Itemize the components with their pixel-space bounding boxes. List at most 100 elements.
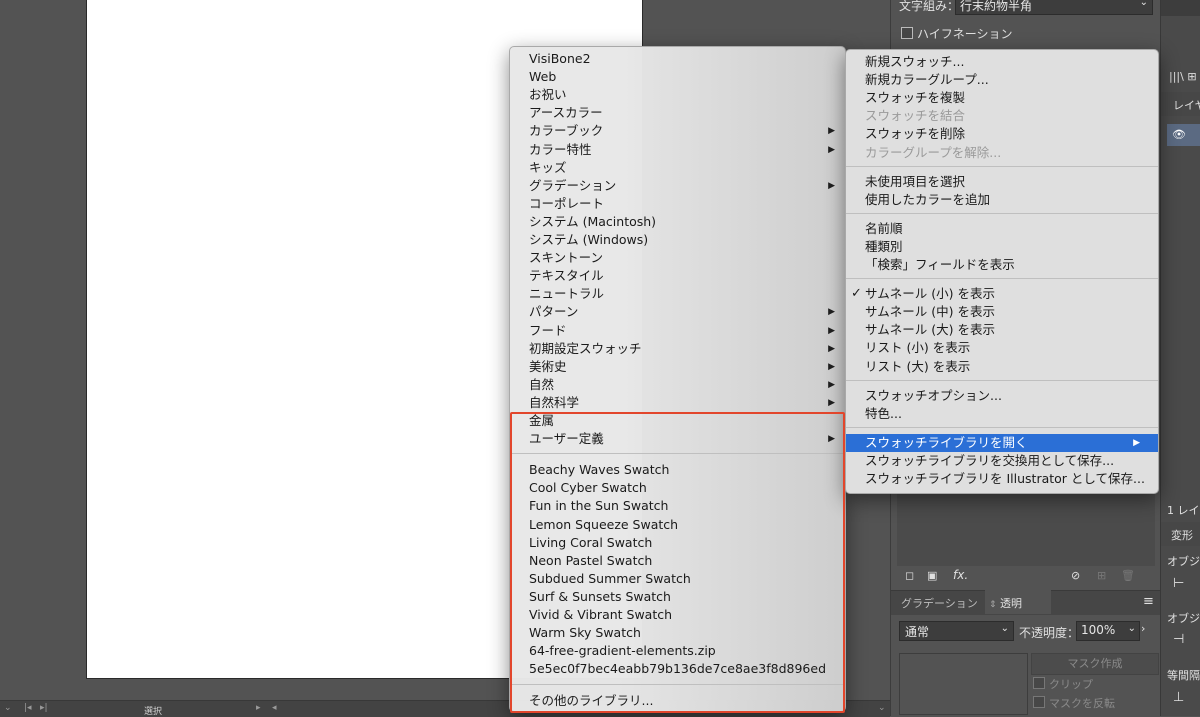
library-menu-item[interactable]: 初期設定スウォッチ ▶ bbox=[510, 340, 845, 358]
composition-select[interactable]: 行末約物半角 ⌄ bbox=[955, 0, 1153, 15]
new-swatch-icon[interactable]: ⊞ bbox=[1097, 569, 1106, 582]
play-icon[interactable]: ▸ bbox=[256, 703, 261, 713]
user-library-item[interactable]: Lemon Squeeze Swatch bbox=[510, 516, 845, 534]
checkmark-icon: ✓ bbox=[851, 286, 862, 302]
tab-transparency[interactable]: ⇕ 透明 bbox=[989, 595, 1022, 611]
library-menu-item[interactable]: ユーザー定義 ▶ bbox=[510, 430, 845, 448]
opacity-input[interactable]: 100% ⌄ bbox=[1076, 621, 1140, 641]
library-icon[interactable]: |||\ ⊞ bbox=[1169, 70, 1200, 83]
library-menu-item[interactable]: お祝い bbox=[510, 86, 845, 104]
swatch-menu-item[interactable]: 新規スウォッチ... bbox=[846, 53, 1158, 71]
library-menu-item-label: コーポレート bbox=[529, 195, 605, 211]
first-page-icon[interactable]: |◂ bbox=[24, 703, 32, 713]
swatch-menu-item[interactable]: 新規カラーグループ... bbox=[846, 71, 1158, 89]
checkbox-icon[interactable] bbox=[901, 27, 913, 39]
tab-layers[interactable]: レイヤ bbox=[1173, 97, 1200, 113]
user-library-item[interactable]: Subdued Summer Swatch bbox=[510, 570, 845, 588]
chevron-right-icon[interactable]: › bbox=[1141, 622, 1145, 635]
user-library-item[interactable]: 64-free-gradient-elements.zip bbox=[510, 642, 845, 660]
swatch-menu-item[interactable]: ✓ サムネール (小) を表示 bbox=[846, 285, 1158, 303]
library-menu-item[interactable]: グラデーション ▶ bbox=[510, 177, 845, 195]
swatch-menu-item[interactable]: スウォッチを削除 bbox=[846, 125, 1158, 143]
swatch-menu-item[interactable]: 名前順 bbox=[846, 220, 1158, 238]
scroll-down-icon[interactable]: ⌄ bbox=[878, 703, 886, 713]
library-menu-item[interactable]: 自然 ▶ bbox=[510, 376, 845, 394]
library-menu-item[interactable]: システム (Macintosh) bbox=[510, 213, 845, 231]
user-library-item[interactable]: Living Coral Swatch bbox=[510, 534, 845, 552]
checkbox-icon[interactable] bbox=[1033, 696, 1045, 708]
library-menu-item[interactable]: フード ▶ bbox=[510, 322, 845, 340]
library-menu-item[interactable]: 金属 bbox=[510, 412, 845, 430]
swatch-menu-item[interactable]: スウォッチライブラリを開く ▶ bbox=[846, 433, 1158, 452]
swatch-menu-item-label: スウォッチを複製 bbox=[865, 90, 966, 106]
user-library-item[interactable]: Vivid & Vibrant Swatch bbox=[510, 606, 845, 624]
library-menu-item[interactable]: アースカラー bbox=[510, 104, 845, 122]
make-mask-button[interactable]: マスク作成 bbox=[1031, 653, 1159, 675]
user-library-item[interactable]: Beachy Waves Swatch bbox=[510, 461, 845, 479]
library-menu-item[interactable]: カラーブック ▶ bbox=[510, 122, 845, 140]
swatch-menu-item[interactable]: リスト (小) を表示 bbox=[846, 339, 1158, 357]
library-menu-item[interactable]: キッズ bbox=[510, 159, 845, 177]
library-menu-item[interactable]: Web bbox=[510, 68, 845, 86]
clip-label: クリップ bbox=[1049, 678, 1093, 691]
menu-separator bbox=[846, 278, 1158, 280]
library-menu-item[interactable]: パターン ▶ bbox=[510, 303, 845, 321]
swatch-menu-item[interactable]: 種類別 bbox=[846, 238, 1158, 256]
tab-gradient[interactable]: グラデーション bbox=[901, 595, 978, 611]
library-menu-item[interactable]: カラー特性 ▶ bbox=[510, 141, 845, 159]
user-library-item[interactable]: 5e5ec0f7bec4eabb79b136de7ce8ae3f8d896ed bbox=[510, 660, 845, 678]
swatch-menu-item[interactable]: スウォッチを複製 bbox=[846, 89, 1158, 107]
swatch-menu-item[interactable]: サムネール (大) を表示 bbox=[846, 321, 1158, 339]
swatch-menu-item[interactable]: 未使用項目を選択 bbox=[846, 173, 1158, 191]
library-menu-item[interactable]: VisiBone2 bbox=[510, 50, 845, 68]
user-library-item[interactable]: Surf & Sunsets Swatch bbox=[510, 588, 845, 606]
library-menu-item[interactable]: コーポレート bbox=[510, 195, 845, 213]
library-menu-item[interactable]: 美術史 ▶ bbox=[510, 358, 845, 376]
panel-menu-icon[interactable]: ≡ bbox=[1143, 594, 1154, 609]
library-menu-item[interactable]: 自然科学 ▶ bbox=[510, 394, 845, 412]
fx-icon[interactable]: fx. bbox=[953, 568, 968, 582]
library-menu-item[interactable]: テキスタイル bbox=[510, 267, 845, 285]
eye-icon[interactable]: 👁 bbox=[1172, 128, 1200, 141]
swatch-menu-item[interactable]: 特色... bbox=[846, 405, 1158, 423]
align-left-icon[interactable]: ⊢ bbox=[1173, 576, 1200, 591]
swatch-kind-icon[interactable]: ◻ bbox=[905, 569, 914, 582]
opacity-label: 不透明度： bbox=[1019, 626, 1080, 640]
library-menu-item-label: 初期設定スウォッチ bbox=[529, 340, 642, 356]
blend-mode-select[interactable]: 通常 ⌄ bbox=[899, 621, 1014, 641]
swatch-menu-item-label: 特色... bbox=[865, 405, 902, 421]
tab-transform[interactable]: 変形 bbox=[1171, 527, 1200, 543]
hyphenation-checkbox[interactable]: ハイフネーション bbox=[901, 25, 1013, 42]
align-center-icon[interactable]: ⊣ bbox=[1173, 632, 1200, 647]
invert-mask-checkbox[interactable]: マスクを反転 bbox=[1033, 695, 1115, 711]
clip-checkbox[interactable]: クリップ bbox=[1033, 676, 1093, 692]
swatch-menu-item[interactable]: リスト (大) を表示 bbox=[846, 358, 1158, 376]
library-menu-item[interactable]: スキントーン bbox=[510, 249, 845, 267]
library-menu-item[interactable]: ニュートラル bbox=[510, 285, 845, 303]
swatch-menu-item[interactable]: スウォッチライブラリを Illustrator として保存... bbox=[846, 470, 1158, 488]
submenu-arrow-icon: ▶ bbox=[828, 361, 835, 372]
no-entry-icon[interactable]: ⊘ bbox=[1071, 569, 1080, 582]
last-page-icon[interactable]: ▸| bbox=[40, 703, 48, 713]
user-library-item[interactable]: Cool Cyber Swatch bbox=[510, 479, 845, 497]
user-library-item[interactable]: Fun in the Sun Swatch bbox=[510, 497, 845, 515]
distribute-icon[interactable]: ⊥ bbox=[1173, 690, 1200, 705]
submenu-arrow-icon: ▶ bbox=[1133, 437, 1140, 448]
trash-icon[interactable]: 🗑 bbox=[1121, 569, 1135, 582]
swatch-menu-item[interactable]: 「検索」フィールドを表示 bbox=[846, 256, 1158, 274]
swatch-menu-item[interactable]: スウォッチライブラリを交換用として保存... bbox=[846, 452, 1158, 470]
library-menu-item[interactable]: システム (Windows) bbox=[510, 231, 845, 249]
menu-separator bbox=[510, 453, 845, 455]
user-library-item[interactable]: Neon Pastel Swatch bbox=[510, 552, 845, 570]
swatch-menu-item[interactable]: サムネール (中) を表示 bbox=[846, 303, 1158, 321]
back-icon[interactable]: ◂ bbox=[272, 703, 277, 713]
user-library-item[interactable]: Warm Sky Swatch bbox=[510, 624, 845, 642]
swatch-menu-item[interactable]: スウォッチオプション... bbox=[846, 387, 1158, 405]
chevron-down-icon[interactable]: ⌄ bbox=[4, 703, 12, 713]
swatch-menu-item[interactable]: 使用したカラーを追加 bbox=[846, 191, 1158, 209]
status-mode[interactable]: 選択 bbox=[144, 704, 162, 717]
other-library-item[interactable]: その他のライブラリ... bbox=[510, 692, 845, 710]
swatch-library-icon[interactable]: ▣ bbox=[927, 569, 937, 582]
library-menu-item-label: ニュートラル bbox=[529, 286, 605, 302]
checkbox-icon[interactable] bbox=[1033, 677, 1045, 689]
